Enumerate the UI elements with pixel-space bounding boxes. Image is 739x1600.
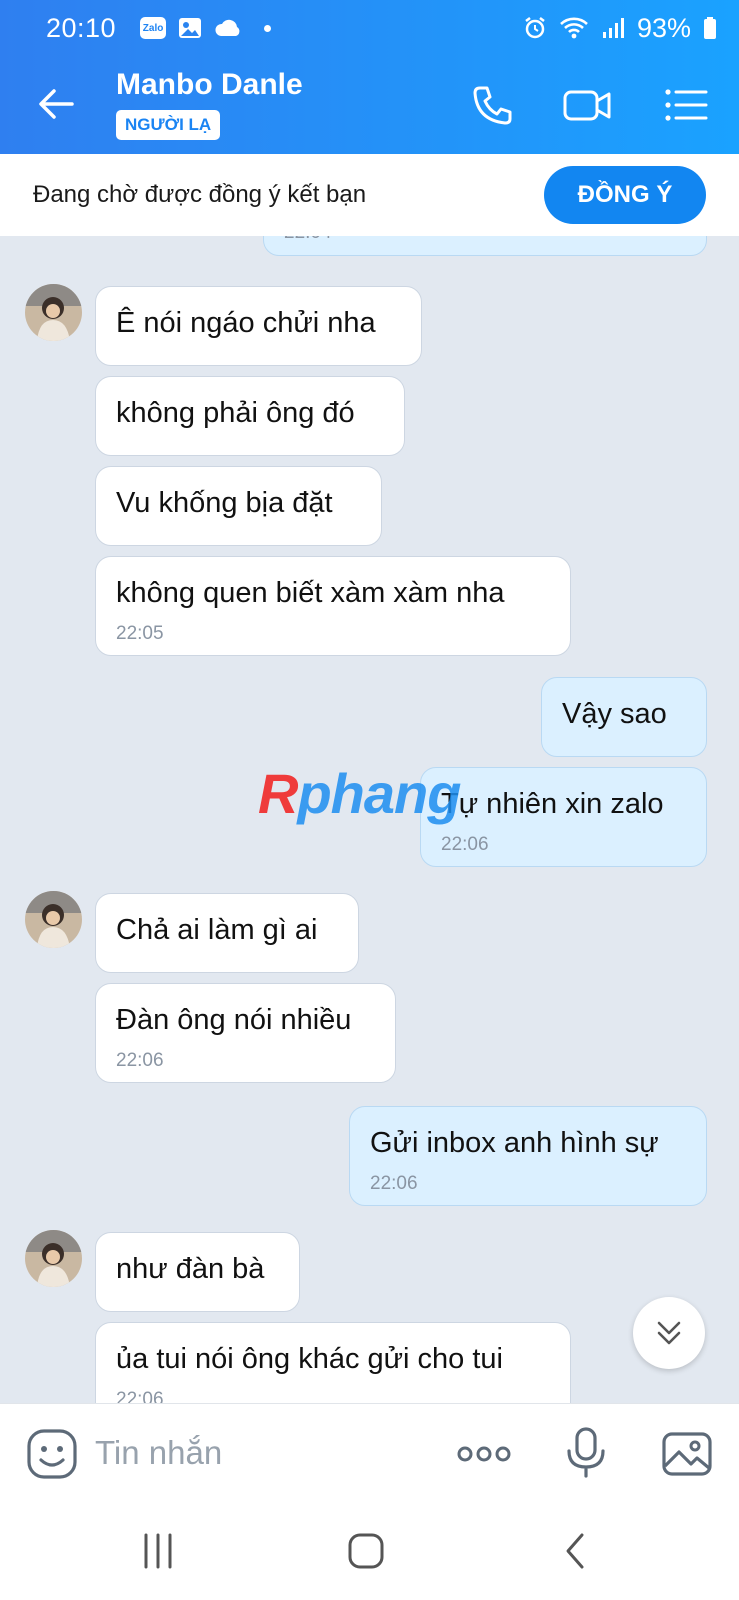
status-bar: 20:10 Zalo 93% — [0, 0, 739, 56]
message-text: Vu khống bịa đặt — [116, 487, 333, 519]
watermark-logo: Rphang — [258, 761, 461, 826]
wifi-icon — [560, 17, 588, 39]
gallery-notification-icon — [179, 18, 202, 38]
chat-header: Manbo Danle NGƯỜI LẠ — [0, 56, 739, 154]
emoji-icon[interactable] — [26, 1428, 78, 1480]
contact-avatar[interactable] — [25, 1230, 82, 1287]
message-time: 22:06 — [116, 1050, 164, 1071]
message-bubble-incoming[interactable]: ủa tui nói ông khác gửi cho tui 22:06 — [95, 1322, 571, 1403]
alarm-icon — [525, 17, 545, 39]
back-nav-icon[interactable] — [554, 1531, 594, 1571]
contact-avatar[interactable] — [25, 891, 82, 948]
more-dots-icon[interactable] — [456, 1428, 512, 1480]
video-camera-icon[interactable] — [562, 80, 612, 130]
message-time: 22:06 — [370, 1173, 418, 1194]
contact-avatar[interactable] — [25, 284, 82, 341]
watermark-text: phang — [297, 762, 461, 825]
message-time: 22:05 — [116, 623, 164, 644]
message-bubble-incoming[interactable]: không phải ông đó — [95, 376, 405, 456]
message-bubble-outgoing[interactable]: Tự nhiên xin zalo 22:06 — [420, 767, 707, 867]
message-text: như đàn bà — [116, 1253, 265, 1285]
message-bubble-incoming[interactable]: Đàn ông nói nhiều 22:06 — [95, 983, 396, 1083]
message-time: 22:04 — [284, 236, 332, 244]
notification-dot — [264, 24, 272, 32]
zalo-notification-icon: Zalo — [140, 17, 167, 39]
message-text: Tự nhiên xin zalo — [441, 788, 664, 820]
battery-icon — [704, 17, 716, 39]
message-input[interactable]: Tin nhắn — [95, 1434, 222, 1472]
message-bubble-incoming[interactable]: không quen biết xàm xàm nha 22:05 — [95, 556, 571, 656]
microphone-icon[interactable] — [560, 1426, 612, 1478]
message-text: không quen biết xàm xàm nha — [116, 577, 505, 609]
image-icon[interactable] — [661, 1428, 713, 1480]
list-menu-icon[interactable] — [662, 80, 712, 130]
message-list[interactable]: 22:04 Ê nói ngáo chửi nha không phải ông… — [0, 236, 739, 1403]
message-bubble-incoming[interactable]: như đàn bà — [95, 1232, 300, 1312]
message-composer: Tin nhắn — [0, 1403, 739, 1503]
message-bubble-outgoing[interactable]: Vậy sao — [541, 677, 707, 757]
friend-request-bar: Đang chờ được đồng ý kết bạn ĐỒNG Ý — [0, 154, 739, 236]
recent-apps-icon[interactable] — [138, 1531, 178, 1571]
message-text: ủa tui nói ông khác gửi cho tui — [116, 1343, 503, 1375]
watermark-letter: R — [258, 762, 298, 825]
accept-button[interactable]: ĐỒNG Ý — [544, 166, 706, 224]
message-text: Gửi inbox anh hình sự — [370, 1127, 659, 1159]
message-text: Ê nói ngáo chửi nha — [116, 307, 376, 339]
status-time: 20:10 — [46, 12, 117, 43]
contact-name[interactable]: Manbo Danle — [116, 68, 303, 102]
message-text: Vậy sao — [562, 698, 667, 730]
message-bubble-outgoing[interactable]: Gửi inbox anh hình sự 22:06 — [349, 1106, 707, 1206]
cloud-notification-icon — [215, 19, 240, 36]
chevrons-down-icon — [657, 1321, 681, 1345]
message-bubble-incoming[interactable]: Vu khống bịa đặt — [95, 466, 382, 546]
friend-request-text: Đang chờ được đồng ý kết bạn — [33, 181, 367, 208]
battery-percent: 93% — [636, 12, 691, 43]
message-text: Đàn ông nói nhiều — [116, 1004, 352, 1036]
phone-icon[interactable] — [468, 80, 518, 130]
scroll-to-bottom-button[interactable] — [633, 1297, 705, 1369]
message-bubble-outgoing[interactable]: 22:04 — [263, 236, 707, 256]
message-bubble-incoming[interactable]: Ê nói ngáo chửi nha — [95, 286, 422, 366]
message-text: Chả ai làm gì ai — [116, 914, 318, 946]
system-navigation-bar — [0, 1503, 739, 1600]
arrow-left-icon[interactable] — [36, 84, 76, 124]
home-icon[interactable] — [346, 1531, 386, 1571]
signal-icon — [602, 18, 624, 38]
message-bubble-incoming[interactable]: Chả ai làm gì ai — [95, 893, 359, 973]
message-text: không phải ông đó — [116, 397, 355, 429]
message-time: 22:06 — [116, 1389, 164, 1403]
message-time: 22:06 — [441, 834, 489, 855]
stranger-badge: NGƯỜI LẠ — [116, 110, 221, 140]
